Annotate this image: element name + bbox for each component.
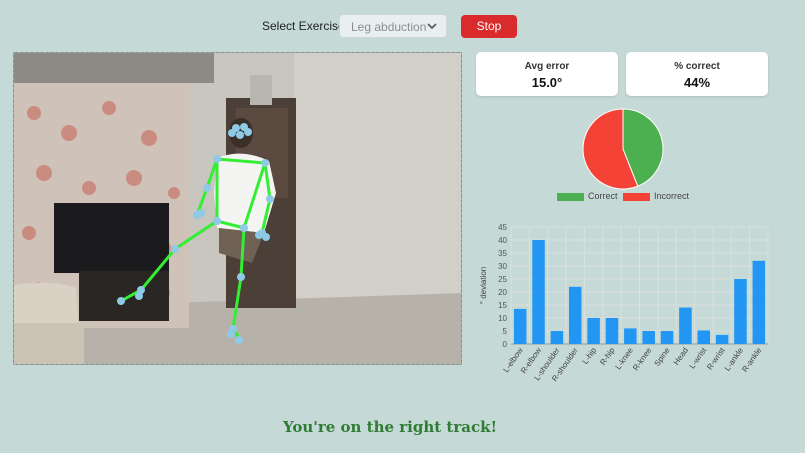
bar-r-elbow [532,240,545,344]
x-tick-label: Spine [653,346,672,368]
exercise-toolbar: Select Exercise: Leg abduction Stop [0,14,805,38]
x-tick-label: R-knee [631,346,653,373]
y-tick-label: 30 [498,262,507,271]
pct-correct-title: % correct [674,61,720,72]
y-tick-label: 0 [503,340,508,349]
y-axis-label: ° deviation [479,267,488,304]
bar-l-elbow [513,308,527,344]
y-tick-label: 25 [498,275,507,284]
bar-r-knee [642,331,655,344]
bar-r-shoulder [569,286,582,344]
bar-l-wrist [697,330,710,344]
avg-error-card: Avg error 15.0° [476,52,618,96]
bar-svg: 051015202530354045° deviationL-elbowR-el… [479,223,769,383]
legend-label-incorrect: Incorrect [654,191,690,201]
pct-correct-card: % correct 44% [626,52,768,96]
bar-r-hip [605,318,619,344]
pct-correct-value: 44% [683,75,711,90]
legend-incorrect: Incorrect [623,191,703,203]
bar-l-ankle [734,279,747,344]
avg-error-value: 15.0° [531,75,563,90]
x-tick-label: L-hip [581,346,599,366]
legend-swatch-correct [557,193,584,201]
x-tick-label: R-ankle [740,346,763,374]
pose-skeleton-overlay [117,123,274,344]
y-tick-label: 10 [498,314,507,323]
bar-l-knee [624,328,637,344]
bar-l-shoulder [550,331,564,344]
webcam-feed [13,52,462,365]
legend-label-correct: Correct [588,191,618,201]
bar-l-hip [587,318,600,344]
exercise-select-value: Leg abduction [351,20,427,34]
chevron-down-icon [427,23,437,30]
x-tick-label: Head [672,346,690,367]
avg-error-title: Avg error [524,61,570,72]
legend-correct: Correct [557,191,627,203]
correct-pie-chart [578,108,668,190]
deviation-bar-chart: 0 5 10 15 20 25 30 35 40 45 ° deviation L-elbow R-el… [476,218,776,388]
pie-svg [582,108,664,190]
y-tick-label: 40 [498,236,507,245]
feedback-message: You're on the right track! [282,418,498,436]
bar-head [679,307,692,344]
y-tick-label: 15 [498,301,507,310]
exercise-select[interactable]: Leg abduction [339,14,447,38]
bar-spine [660,331,674,344]
y-tick-label: 45 [498,223,507,232]
y-tick-label: 5 [503,327,508,336]
y-tick-label: 20 [498,288,507,297]
stop-button[interactable]: Stop [461,15,517,38]
y-tick-label: 35 [498,249,507,258]
bar-r-wrist [715,334,729,344]
exercise-select-label: Select Exercise: [262,19,349,33]
bar-r-ankle [752,260,766,344]
legend-swatch-incorrect [623,193,650,201]
